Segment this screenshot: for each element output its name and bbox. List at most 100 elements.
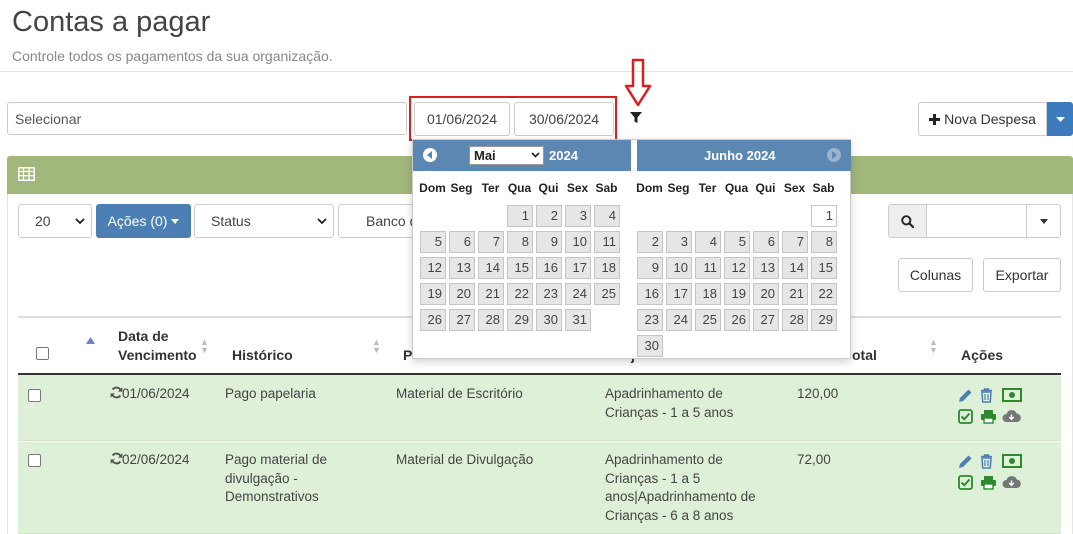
calendar-day-june-8[interactable]: 8 xyxy=(811,231,837,253)
calendar-day-june-24[interactable]: 24 xyxy=(666,309,692,331)
date-range-calendar[interactable]: Mai 2024 Junho 2024 Dom Seg Ter Qua Qui Sex Sa… xyxy=(412,139,851,359)
money-icon[interactable] xyxy=(1002,388,1022,402)
select-all-checkbox[interactable] xyxy=(36,347,49,360)
print-icon[interactable] xyxy=(980,475,997,490)
calendar-day-june-25[interactable]: 25 xyxy=(695,309,721,331)
money-icon[interactable] xyxy=(1002,454,1022,468)
edit-pencil-icon[interactable] xyxy=(958,388,973,403)
calendar-day-may-15[interactable]: 15 xyxy=(507,257,533,279)
calendar-day-may-7[interactable]: 7 xyxy=(478,231,504,253)
search-dropdown-button[interactable] xyxy=(1026,205,1060,237)
per-page-select[interactable]: 20 xyxy=(18,204,92,238)
sort-icon[interactable]: ▲ ▼ xyxy=(372,338,381,355)
calendar-day-may-10[interactable]: 10 xyxy=(565,231,591,253)
calendar-day-june-26[interactable]: 26 xyxy=(724,309,750,331)
calendar-day-may-19[interactable]: 19 xyxy=(420,283,446,305)
row-checkbox[interactable] xyxy=(28,454,41,467)
column-header-historico[interactable]: Histórico xyxy=(232,347,293,363)
calendar-day-may-22[interactable]: 22 xyxy=(507,283,533,305)
calendar-day-may-5[interactable]: 5 xyxy=(420,231,446,253)
calendar-day-june-22[interactable]: 22 xyxy=(811,283,837,305)
calendar-day-june-7[interactable]: 7 xyxy=(782,231,808,253)
calendar-day-may-16[interactable]: 16 xyxy=(536,257,562,279)
calendar-day-june-30[interactable]: 30 xyxy=(637,335,663,357)
filter-button[interactable] xyxy=(620,102,652,136)
calendar-day-may-6[interactable]: 6 xyxy=(449,231,475,253)
calendar-day-june-28[interactable]: 28 xyxy=(782,309,808,331)
calendar-day-june-19[interactable]: 19 xyxy=(724,283,750,305)
check-square-icon[interactable] xyxy=(958,475,973,490)
calendar-day-may-28[interactable]: 28 xyxy=(478,309,504,331)
calendar-day-may-1[interactable]: 1 xyxy=(507,205,533,227)
table-row[interactable]: 02/06/2024 Pago material de divulgação -… xyxy=(18,442,1061,534)
calendar-day-june-18[interactable]: 18 xyxy=(695,283,721,305)
calendar-day-may-25[interactable]: 25 xyxy=(594,283,620,305)
sort-icon[interactable]: ▲ ▼ xyxy=(929,338,938,355)
banco-select[interactable]: Banco d xyxy=(338,204,418,238)
calendar-day-may-3[interactable]: 3 xyxy=(565,205,591,227)
print-icon[interactable] xyxy=(980,409,997,424)
calendar-day-june-27[interactable]: 27 xyxy=(753,309,779,331)
calendar-day-june-16[interactable]: 16 xyxy=(637,283,663,305)
row-checkbox[interactable] xyxy=(28,389,41,402)
calendar-day-june-29[interactable]: 29 xyxy=(811,309,837,331)
calendar-day-june-11[interactable]: 11 xyxy=(695,257,721,279)
calendar-day-june-12[interactable]: 12 xyxy=(724,257,750,279)
table-row[interactable]: 01/06/2024 Pago papelaria Material de Es… xyxy=(18,375,1061,441)
exportar-button[interactable]: Exportar xyxy=(983,258,1061,292)
calendar-day-june-2[interactable]: 2 xyxy=(637,231,663,253)
calendar-day-june-4[interactable]: 4 xyxy=(695,231,721,253)
nova-despesa-button[interactable]: Nova Despesa xyxy=(918,102,1047,136)
calendar-day-may-21[interactable]: 21 xyxy=(478,283,504,305)
column-header-total[interactable]: otal xyxy=(852,347,877,363)
calendar-month-select[interactable]: Mai xyxy=(469,146,544,165)
calendar-day-may-31[interactable]: 31 xyxy=(565,309,591,331)
calendar-day-june-21[interactable]: 21 xyxy=(782,283,808,305)
edit-pencil-icon[interactable] xyxy=(958,454,973,469)
calendar-day-may-26[interactable]: 26 xyxy=(420,309,446,331)
calendar-day-may-29[interactable]: 29 xyxy=(507,309,533,331)
column-header-plano[interactable]: P xyxy=(403,347,412,363)
calendar-day-may-13[interactable]: 13 xyxy=(449,257,475,279)
calendar-day-june-9[interactable]: 9 xyxy=(637,257,663,279)
calendar-prev-button[interactable] xyxy=(423,148,437,162)
calendar-day-june-13[interactable]: 13 xyxy=(753,257,779,279)
calendar-day-may-18[interactable]: 18 xyxy=(594,257,620,279)
status-select[interactable]: Status xyxy=(194,204,334,238)
calendar-day-june-14[interactable]: 14 xyxy=(782,257,808,279)
calendar-day-may-17[interactable]: 17 xyxy=(565,257,591,279)
calendar-day-may-2[interactable]: 2 xyxy=(536,205,562,227)
acoes-button[interactable]: Ações (0) xyxy=(96,204,191,238)
calendar-day-june-23[interactable]: 23 xyxy=(637,309,663,331)
calendar-day-june-17[interactable]: 17 xyxy=(666,283,692,305)
select-filter[interactable]: Selecionar xyxy=(7,102,407,135)
calendar-day-may-20[interactable]: 20 xyxy=(449,283,475,305)
calendar-day-may-11[interactable]: 11 xyxy=(594,231,620,253)
calendar-next-button[interactable] xyxy=(827,148,841,162)
calendar-day-may-8[interactable]: 8 xyxy=(507,231,533,253)
sort-icon[interactable]: ▲ ▼ xyxy=(200,338,209,355)
calendar-day-june-1[interactable]: 1 xyxy=(811,205,837,227)
calendar-day-june-6[interactable]: 6 xyxy=(753,231,779,253)
calendar-day-june-15[interactable]: 15 xyxy=(811,257,837,279)
calendar-day-may-27[interactable]: 27 xyxy=(449,309,475,331)
cloud-download-icon[interactable] xyxy=(1002,475,1021,489)
trash-icon[interactable] xyxy=(980,388,993,403)
check-square-icon[interactable] xyxy=(958,409,973,424)
search-group[interactable] xyxy=(888,204,1061,238)
cloud-download-icon[interactable] xyxy=(1002,409,1021,423)
calendar-day-may-14[interactable]: 14 xyxy=(478,257,504,279)
colunas-button[interactable]: Colunas xyxy=(898,258,973,292)
calendar-day-june-3[interactable]: 3 xyxy=(666,231,692,253)
calendar-day-june-20[interactable]: 20 xyxy=(753,283,779,305)
calendar-day-may-4[interactable]: 4 xyxy=(594,205,620,227)
calendar-day-may-30[interactable]: 30 xyxy=(536,309,562,331)
calendar-day-may-9[interactable]: 9 xyxy=(536,231,562,253)
calendar-day-may-12[interactable]: 12 xyxy=(420,257,446,279)
sort-asc-icon[interactable] xyxy=(86,337,95,344)
calendar-day-june-10[interactable]: 10 xyxy=(666,257,692,279)
calendar-day-may-23[interactable]: 23 xyxy=(536,283,562,305)
calendar-day-june-5[interactable]: 5 xyxy=(724,231,750,253)
calendar-day-may-24[interactable]: 24 xyxy=(565,283,591,305)
trash-icon[interactable] xyxy=(980,454,993,469)
